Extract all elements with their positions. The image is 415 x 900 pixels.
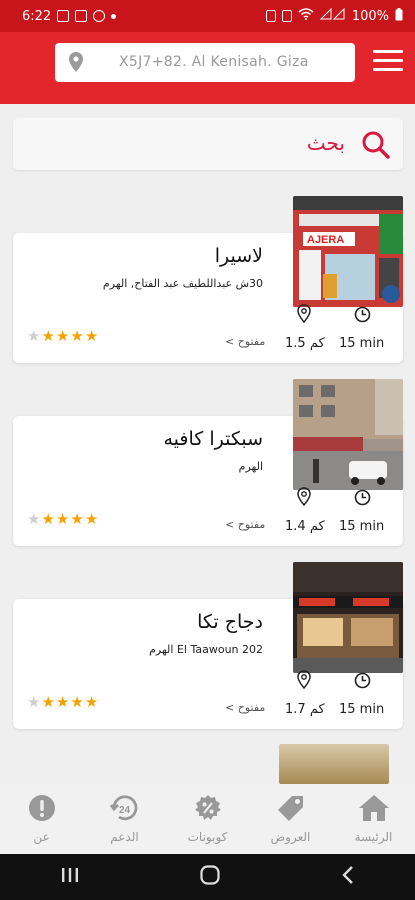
app-icon [93, 10, 106, 22]
open-status: < مفتوح [225, 335, 265, 348]
app-header: X5J7+82. Al Kenisah. Giza [0, 32, 415, 104]
open-status-text: مفتوح [237, 701, 266, 714]
status-chevron-icon: < [225, 335, 238, 348]
battery-icon [395, 7, 403, 25]
menu-icon[interactable] [373, 50, 403, 72]
nav-item-home[interactable]: الرئيسة [339, 794, 409, 844]
status-left: 6:22 [22, 8, 117, 24]
restaurant-card[interactable]: AJERA لاسيرا 30ش عبداللطيف عبد الفتاح, ا… [13, 196, 403, 363]
rating-stars: ★★★★★ [27, 327, 99, 345]
delivery-time: 15 min [339, 336, 385, 351]
nav-item-coupons[interactable]: كوبونات [173, 794, 243, 844]
rating-stars: ★★★★★ [27, 693, 99, 711]
status-right: 100% [265, 7, 403, 25]
clock-icon [354, 489, 371, 510]
star-filled-icon: ★ [55, 693, 71, 711]
restaurant-name: دجاج تكا [197, 611, 263, 633]
recent-apps-icon[interactable] [61, 867, 79, 887]
open-status-text: مفتوح [237, 335, 266, 348]
location-pin-icon [69, 52, 83, 76]
restaurant-name: لاسيرا [214, 245, 263, 267]
star-filled-icon: ★ [41, 327, 56, 345]
star-filled-icon: ★ [84, 510, 100, 528]
star-filled-icon: ★ [55, 510, 71, 528]
alarm-icon [265, 10, 276, 22]
clock-icon [354, 672, 371, 693]
home-button-icon[interactable] [200, 865, 221, 889]
status-time: 6:22 [22, 8, 52, 24]
star-filled-icon: ★ [55, 327, 71, 345]
star-filled-icon: ★ [41, 510, 56, 528]
delivery-time: 15 min [339, 702, 385, 717]
restaurant-photo [293, 562, 403, 673]
clock-icon [354, 306, 371, 327]
home-icon [358, 794, 390, 826]
restaurant-photo-partial [279, 744, 389, 784]
info-icon [28, 794, 56, 826]
sign-text: AJERA [307, 234, 344, 246]
star-filled-icon: ★ [84, 693, 100, 711]
restaurant-card[interactable]: سبكترا كافيه الهرم 15 min 1.4 كم < مفتوح… [13, 379, 403, 546]
youtube-icon [75, 10, 88, 22]
gallery-icon [57, 10, 70, 22]
location-field[interactable]: X5J7+82. Al Kenisah. Giza [55, 43, 355, 82]
nav-label: عن [33, 830, 50, 844]
signal-icon [319, 7, 346, 24]
star-filled-icon: ★ [70, 327, 85, 345]
restaurant-address: الهرم [238, 460, 263, 473]
nav-label: كوبونات [187, 830, 228, 844]
back-icon[interactable] [342, 866, 354, 888]
nav-label: الرئيسة [354, 830, 393, 844]
wifi-icon [298, 8, 314, 24]
bottom-nav: عن 24 الدعم كوبونات العروض الرئيسة [0, 784, 415, 854]
rating-stars: ★★★★★ [27, 510, 99, 528]
status-chevron-icon: < [225, 518, 238, 531]
svg-text:24: 24 [119, 805, 131, 816]
battery-level: 100% [351, 8, 389, 24]
nav-label: العروض [270, 830, 311, 844]
open-status: < مفتوح [225, 518, 265, 531]
star-filled-icon: ★ [41, 693, 56, 711]
status-bar: 6:22 100% [0, 0, 415, 32]
mute-icon [281, 10, 292, 22]
restaurant-address: El Taawoun 202 الهرم [149, 643, 263, 656]
tag-icon [277, 794, 305, 826]
distance: 1.7 كم [285, 702, 325, 717]
nav-label: الدعم [110, 830, 139, 844]
status-chevron-icon: < [225, 701, 238, 714]
star-empty-icon: ★ [27, 510, 42, 528]
search-icon [361, 130, 391, 164]
star-filled-icon: ★ [70, 510, 85, 528]
support-24-icon: 24 [109, 794, 140, 826]
star-empty-icon: ★ [27, 327, 42, 345]
restaurant-photo: AJERA [293, 196, 403, 307]
location-pin-icon [297, 670, 311, 693]
search-label: بحث [306, 131, 345, 155]
restaurant-address: 30ش عبداللطيف عبد الفتاح, الهرم [102, 277, 263, 290]
location-pin-icon [297, 487, 311, 510]
search-bar[interactable]: بحث [13, 118, 403, 170]
system-nav [0, 854, 415, 900]
star-filled-icon: ★ [84, 327, 100, 345]
open-status-text: مفتوح [237, 518, 266, 531]
delivery-time: 15 min [339, 519, 385, 534]
restaurant-card[interactable]: دجاج تكا El Taawoun 202 الهرم 15 min 1.7… [13, 562, 403, 729]
restaurant-photo [293, 379, 403, 490]
star-filled-icon: ★ [70, 693, 85, 711]
nav-item-about[interactable]: عن [7, 794, 77, 844]
nav-item-offers[interactable]: العروض [256, 794, 326, 844]
nav-item-support[interactable]: 24 الدعم [90, 794, 160, 844]
distance: 1.4 كم [285, 519, 325, 534]
coupon-icon [194, 794, 222, 826]
distance: 1.5 كم [285, 336, 325, 351]
open-status: < مفتوح [225, 701, 265, 714]
star-empty-icon: ★ [27, 693, 42, 711]
location-pin-icon [297, 304, 311, 327]
location-text: X5J7+82. Al Kenisah. Giza [119, 54, 309, 70]
more-notifications-icon [111, 13, 117, 19]
restaurant-name: سبكترا كافيه [163, 428, 263, 450]
